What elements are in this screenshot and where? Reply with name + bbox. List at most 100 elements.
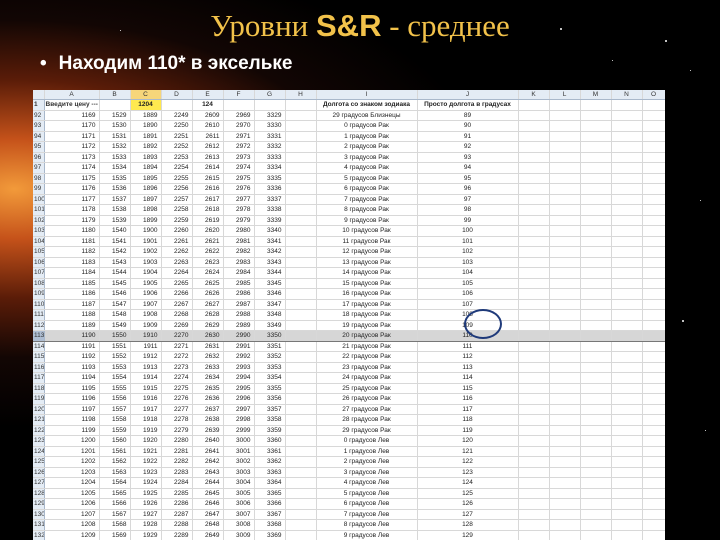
- cell-d[interactable]: 2253: [161, 152, 193, 163]
- cell-b[interactable]: 1554: [99, 372, 131, 384]
- cell-degrees[interactable]: 124: [417, 477, 519, 489]
- cell-f[interactable]: 2980: [223, 225, 255, 237]
- row-header[interactable]: 97: [33, 162, 45, 174]
- cell-c[interactable]: 1899: [130, 215, 162, 226]
- cell[interactable]: [549, 278, 581, 289]
- cell[interactable]: [611, 204, 643, 216]
- cell-degrees[interactable]: 99: [417, 215, 519, 226]
- cell-zodiac[interactable]: 18 градусов Рак: [316, 309, 418, 321]
- cell-f[interactable]: 2990: [223, 330, 255, 342]
- cell[interactable]: [549, 141, 581, 153]
- cell[interactable]: [611, 267, 643, 279]
- row-header[interactable]: 103: [33, 225, 45, 237]
- cell-d[interactable]: 2262: [161, 246, 193, 258]
- cell[interactable]: [642, 393, 665, 405]
- cell-a[interactable]: 1192: [44, 351, 100, 363]
- cell-h[interactable]: [285, 477, 317, 489]
- cell[interactable]: [549, 519, 581, 531]
- cell-h[interactable]: [285, 320, 317, 331]
- cell-d[interactable]: 2273: [161, 362, 193, 373]
- cell[interactable]: [611, 99, 643, 111]
- cell[interactable]: [642, 152, 665, 163]
- column-header-b[interactable]: B: [99, 90, 131, 100]
- cell-c[interactable]: 1896: [130, 183, 162, 195]
- cell-d[interactable]: 2285: [161, 488, 193, 499]
- cell-d[interactable]: 2289: [161, 530, 193, 540]
- cell-zodiac[interactable]: 0 градусов Рак: [316, 120, 418, 132]
- cell-a[interactable]: 1195: [44, 383, 100, 394]
- cell[interactable]: [642, 456, 665, 468]
- cell-a[interactable]: 1185: [44, 278, 100, 289]
- cell[interactable]: [580, 498, 612, 510]
- cell-zodiac[interactable]: 8 градусов Рак: [316, 204, 418, 216]
- cell-g[interactable]: 3330: [254, 120, 286, 132]
- cell-zodiac[interactable]: 1 градусов Лев: [316, 446, 418, 457]
- cell-a[interactable]: 1177: [44, 194, 100, 205]
- cell-g[interactable]: 3360: [254, 435, 286, 447]
- cell-degrees[interactable]: 89: [417, 110, 519, 121]
- cell-d[interactable]: 2269: [161, 320, 193, 331]
- cell-f[interactable]: 2978: [223, 204, 255, 216]
- cell[interactable]: [580, 110, 612, 121]
- cell-b[interactable]: 1563: [99, 467, 131, 478]
- cell-a[interactable]: 1178: [44, 204, 100, 216]
- cell[interactable]: [642, 530, 665, 540]
- cell-a[interactable]: 1201: [44, 446, 100, 457]
- cell-a[interactable]: 1200: [44, 435, 100, 447]
- column-header-i[interactable]: I: [316, 90, 418, 100]
- cell-a[interactable]: 1207: [44, 509, 100, 520]
- cell-d[interactable]: 2283: [161, 467, 193, 478]
- cell-g[interactable]: 3356: [254, 393, 286, 405]
- cell-e[interactable]: 2632: [192, 351, 224, 363]
- cell-f[interactable]: 3006: [223, 498, 255, 510]
- cell[interactable]: [518, 267, 550, 279]
- cell[interactable]: [518, 288, 550, 300]
- cell-a[interactable]: 1183: [44, 257, 100, 268]
- cell-f[interactable]: 2999: [223, 425, 255, 436]
- cell-f[interactable]: 2996: [223, 393, 255, 405]
- cell[interactable]: [611, 141, 643, 153]
- cell-e[interactable]: 2615: [192, 173, 224, 184]
- cell-degrees[interactable]: 129: [417, 530, 519, 540]
- cell-a[interactable]: 1179: [44, 215, 100, 226]
- cell[interactable]: [580, 99, 612, 111]
- cell-g[interactable]: 3353: [254, 362, 286, 373]
- cell-zodiac[interactable]: 15 градусов Рак: [316, 278, 418, 289]
- cell[interactable]: [580, 425, 612, 436]
- cell-b[interactable]: 1564: [99, 477, 131, 489]
- column-header-e[interactable]: E: [192, 90, 224, 100]
- cell-c[interactable]: 1891: [130, 131, 162, 142]
- cell[interactable]: [518, 99, 550, 111]
- cell[interactable]: [99, 99, 131, 111]
- cell[interactable]: [611, 257, 643, 268]
- cell-g[interactable]: 3335: [254, 173, 286, 184]
- cell[interactable]: [518, 446, 550, 457]
- cell-zodiac[interactable]: 7 градусов Рак: [316, 194, 418, 205]
- cell-h[interactable]: [285, 488, 317, 499]
- row-header[interactable]: 93: [33, 120, 45, 132]
- cell-g[interactable]: 3368: [254, 519, 286, 531]
- cell-zodiac[interactable]: 11 градусов Рак: [316, 236, 418, 247]
- cell-f[interactable]: 2981: [223, 236, 255, 247]
- cell-h[interactable]: [285, 173, 317, 184]
- cell-f[interactable]: 2983: [223, 257, 255, 268]
- cell-b[interactable]: 1536: [99, 183, 131, 195]
- cell-h[interactable]: [285, 383, 317, 394]
- price-input-label[interactable]: Введите цену ---: [44, 99, 100, 111]
- cell-degrees[interactable]: 122: [417, 456, 519, 468]
- row-header[interactable]: 110: [33, 299, 45, 310]
- cell[interactable]: [611, 509, 643, 520]
- cell[interactable]: [611, 288, 643, 300]
- cell-e[interactable]: 2624: [192, 267, 224, 279]
- cell-d[interactable]: 2268: [161, 309, 193, 321]
- cell-f[interactable]: 3003: [223, 467, 255, 478]
- cell-b[interactable]: 1568: [99, 519, 131, 531]
- cell[interactable]: [642, 236, 665, 247]
- cell[interactable]: [580, 330, 612, 342]
- cell-b[interactable]: 1552: [99, 351, 131, 363]
- cell-b[interactable]: 1530: [99, 120, 131, 132]
- cell-e[interactable]: 2626: [192, 288, 224, 300]
- cell-c[interactable]: 1915: [130, 383, 162, 394]
- row-header[interactable]: 101: [33, 204, 45, 216]
- cell-zodiac[interactable]: 13 градусов Рак: [316, 257, 418, 268]
